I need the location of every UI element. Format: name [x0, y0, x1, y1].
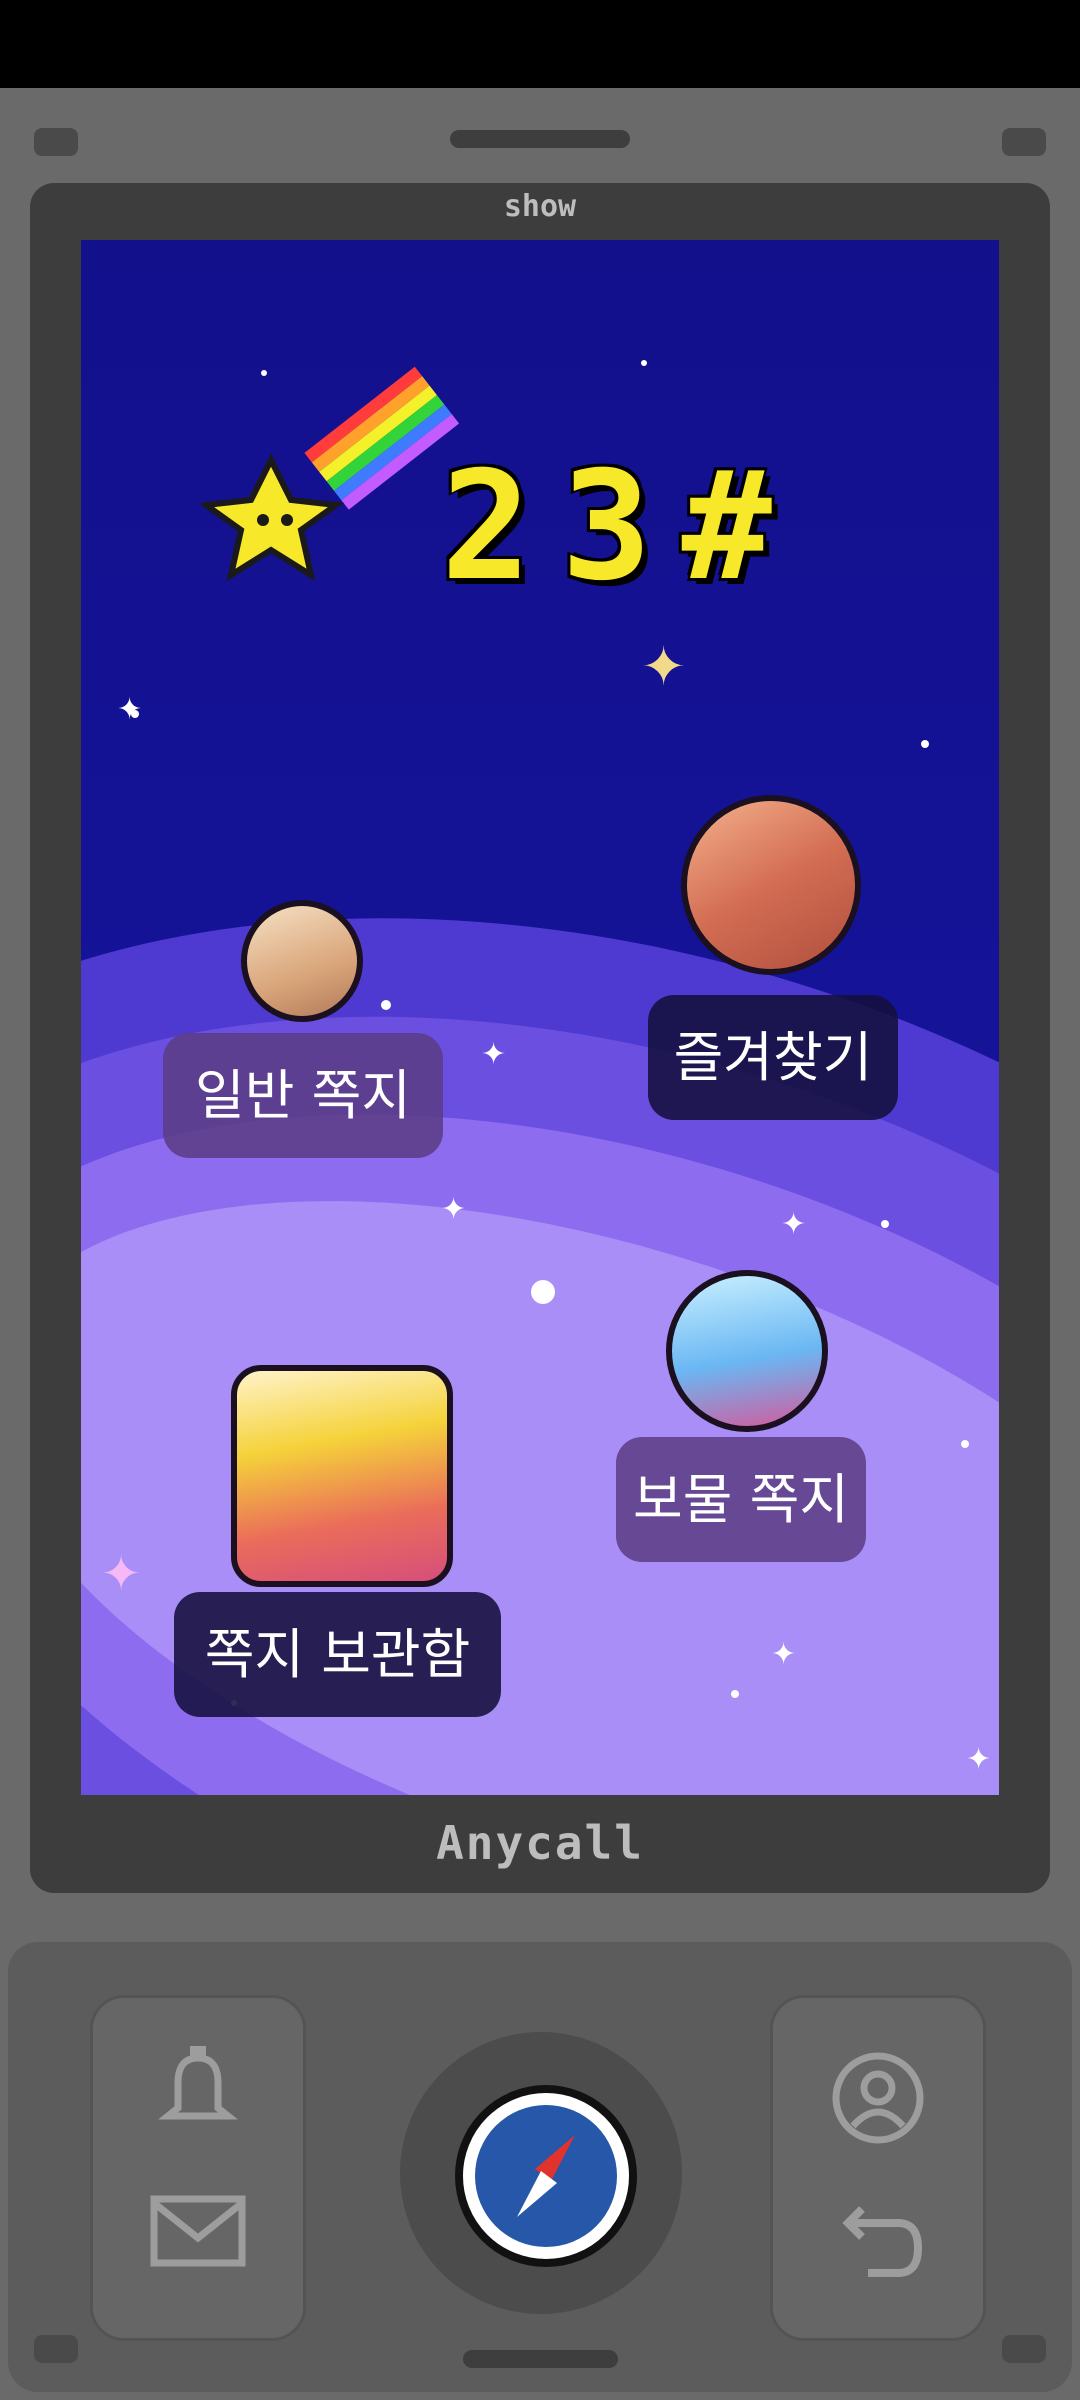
right-key-pill [770, 1995, 986, 2341]
sparkle-icon: ✦ [781, 1207, 807, 1242]
star [531, 1280, 555, 1304]
left-key-pill [90, 1995, 306, 2341]
counter-display: 23# [441, 440, 802, 614]
star [731, 1690, 739, 1698]
speaker-grille [450, 130, 630, 148]
sparkle-icon: ✦ [641, 635, 687, 698]
star [921, 740, 929, 748]
compass-icon[interactable] [455, 2085, 637, 2267]
screw-top-left [34, 128, 78, 156]
planet-normal-note[interactable] [241, 900, 363, 1022]
status-bar [0, 0, 1080, 88]
menu-favorites-button[interactable]: 즐겨찾기 [648, 995, 898, 1120]
phone-screen: ✦ ✦ ✦ ✦ ✦ ✦ ✦ ✦ 23# 일반 쪽지 즐겨찾기 보물 쪽지 쪽지 … [81, 240, 999, 1795]
sparkle-icon: ✦ [481, 1037, 507, 1072]
star [381, 1000, 391, 1010]
sparkle-icon: ✦ [771, 1637, 797, 1672]
screw-bottom-right [1002, 2335, 1046, 2363]
sparkle-icon: ✦ [441, 1192, 467, 1227]
star [641, 360, 647, 366]
compass-face [475, 2105, 617, 2247]
brand-label-bottom: Anycall [436, 1816, 644, 1870]
bell-icon[interactable] [148, 2038, 248, 2153]
sparkle-icon: ✦ [117, 692, 143, 727]
profile-icon[interactable] [828, 2048, 928, 2163]
brand-label-top: show [503, 189, 577, 224]
bottom-grille [463, 2350, 618, 2368]
menu-note-archive-button[interactable]: 쪽지 보관함 [174, 1592, 501, 1717]
screw-bottom-left [34, 2335, 78, 2363]
screw-top-right [1002, 128, 1046, 156]
planet-favorites[interactable] [681, 795, 861, 975]
sparkle-icon: ✦ [101, 1546, 142, 1602]
star [881, 1220, 889, 1228]
planet-note-archive[interactable] [231, 1365, 453, 1587]
planet-treasure-note[interactable] [666, 1270, 828, 1432]
star [961, 1440, 969, 1448]
menu-normal-note-button[interactable]: 일반 쪽지 [163, 1033, 443, 1158]
menu-treasure-note-button[interactable]: 보물 쪽지 [616, 1437, 866, 1562]
back-icon[interactable] [828, 2193, 928, 2308]
sparkle-icon: ✦ [966, 1742, 992, 1777]
mail-icon[interactable] [148, 2193, 248, 2288]
